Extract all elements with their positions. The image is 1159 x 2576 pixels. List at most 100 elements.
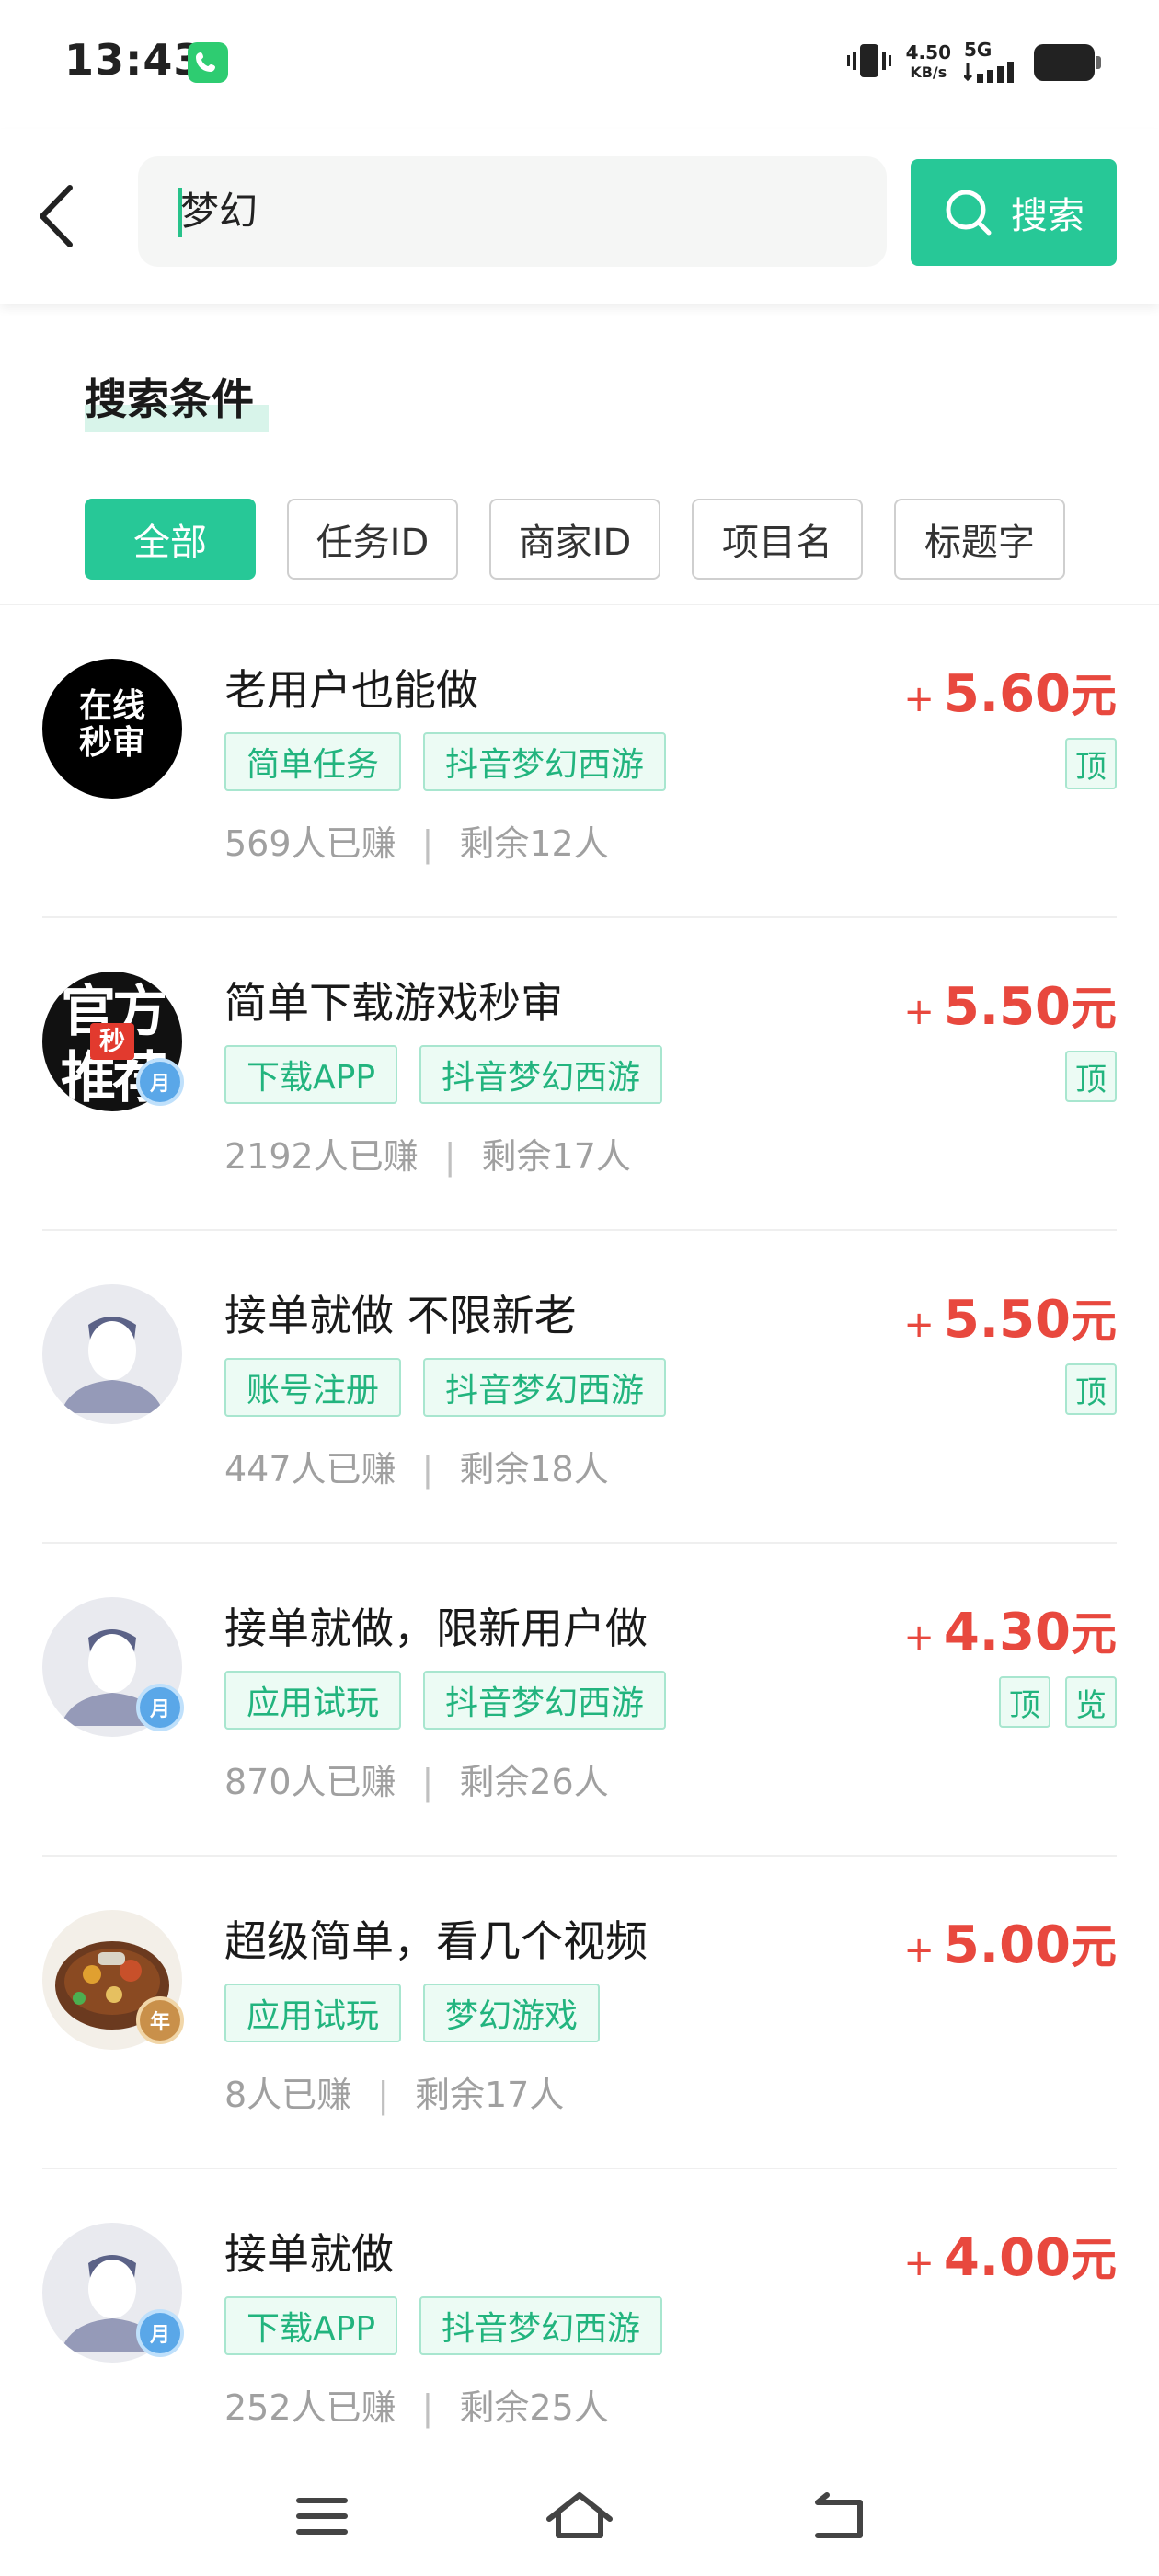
filter-all[interactable]: 全部 [85,499,256,580]
plus-sign: + [903,1929,935,1972]
price-value: 4.30 [943,1603,1071,1662]
task-item[interactable]: 月 接单就做 下载APP 抖音梦幻西游 252人已赚 | 剩余25人 +4.00 元 [0,2169,1159,2482]
task-item[interactable]: 月 接单就做，限新用户做 应用试玩 抖音梦幻西游 870人已赚 | 剩余26人 +4… [0,1544,1159,1857]
separator: | [421,2387,434,2428]
earned-count: 447人已赚 [224,1449,396,1489]
menu-button[interactable] [281,2484,363,2548]
task-title: 超级简单，看几个视频 [224,1916,648,1966]
status-bar: 13:43 4.50 KB/s 5G [0,0,1159,129]
task-tag: 下载APP [224,2296,398,2355]
price-value: 5.50 [943,977,1071,1037]
task-stats: 569人已赚 | 剩余12人 [224,815,609,866]
filter-project-name[interactable]: 项目名 [692,499,863,580]
task-marks: 顶 [1065,1363,1117,1415]
home-button[interactable] [538,2484,621,2548]
task-tag: 账号注册 [224,1358,402,1417]
earned-count: 569人已赚 [224,823,396,864]
separator: | [421,1449,434,1489]
task-price: +5.50 元 [903,1284,1117,1351]
chevron-left-icon [40,185,73,247]
task-title: 接单就做，限新用户做 [224,1604,648,1653]
task-item[interactable]: 年 超级简单，看几个视频 应用试玩 梦幻游戏 8人已赚 | 剩余17人 +5.00 元 [0,1857,1159,2169]
month-badge: 月 [136,2309,184,2357]
avatar-text: 在线 秒审 [42,688,182,762]
task-marks: 顶 [1065,1051,1117,1102]
filter-title-keyword[interactable]: 标题字 [894,499,1065,580]
task-title: 接单就做 [224,2229,394,2279]
plus-sign: + [903,991,935,1033]
filter-task-id[interactable]: 任务ID [287,499,458,580]
price-unit: 元 [1071,1607,1117,1661]
search-query: 梦幻 [180,189,258,234]
filter-merchant-id[interactable]: 商家ID [489,499,660,580]
top-mark: 顶 [1065,1363,1117,1415]
filter-chips: 全部 任务ID 商家ID 项目名 标题字 [85,499,1065,580]
month-badge: 月 [136,1684,184,1731]
task-tag: 抖音梦幻西游 [419,1045,663,1104]
separator: | [421,823,434,864]
top-mark: 顶 [1065,1051,1117,1102]
remaining-count: 剩余26人 [459,1762,609,1802]
price-unit: 元 [1071,669,1117,722]
task-item[interactable]: 官方 推荐 秒 月 简单下载游戏秒审 下载APP 抖音梦幻西游 2192人已赚 |… [0,918,1159,1231]
year-badge: 年 [136,1996,184,2044]
plus-sign: + [903,2242,935,2284]
task-tag: 抖音梦幻西游 [423,1358,667,1417]
task-stats: 252人已赚 | 剩余25人 [224,2379,609,2430]
back-button[interactable] [28,175,92,258]
status-time: 13:43 [64,35,204,85]
plus-sign: + [903,1616,935,1659]
price-value: 5.50 [943,1290,1071,1350]
task-tag: 抖音梦幻西游 [419,2296,663,2355]
separator: | [443,1136,456,1177]
task-stats: 2192人已赚 | 剩余17人 [224,1128,631,1179]
task-item[interactable]: 在线 秒审 老用户也能做 简单任务 抖音梦幻西游 569人已赚 | 剩余12人 +5… [0,605,1159,918]
earned-count: 2192人已赚 [224,1136,419,1177]
remaining-count: 剩余18人 [459,1449,609,1489]
separator: | [377,2075,389,2115]
battery-icon [1034,44,1101,81]
network-speed: 4.50 KB/s [906,42,951,83]
task-price: +5.00 元 [903,1910,1117,1976]
price-unit: 元 [1071,982,1117,1035]
task-marks: 顶 [1065,738,1117,789]
task-price: +5.50 元 [903,972,1117,1038]
vibrate-icon [845,40,893,85]
task-stats: 8人已赚 | 剩余17人 [224,2066,564,2117]
top-mark: 顶 [1065,738,1117,789]
price-unit: 元 [1071,1920,1117,1973]
task-price: +4.30 元 [903,1597,1117,1663]
earned-count: 252人已赚 [224,2387,396,2428]
task-tags: 简单任务 抖音梦幻西游 [224,732,667,791]
task-list: 在线 秒审 老用户也能做 简单任务 抖音梦幻西游 569人已赚 | 剩余12人 +5… [0,605,1159,2482]
search-input[interactable]: 梦幻 [138,156,887,267]
task-title: 老用户也能做 [224,665,478,715]
task-tag: 抖音梦幻西游 [423,732,667,791]
avatar-line-1: 在线 [78,687,145,725]
task-tags: 下载APP 抖音梦幻西游 [224,1045,663,1104]
signal-icon [962,61,1021,86]
home-icon [546,2492,613,2538]
conditions-title: 搜索条件 [85,374,254,424]
plus-sign: + [903,678,935,720]
task-tag: 下载APP [224,1045,398,1104]
search-icon [946,190,992,236]
task-stats: 870人已赚 | 剩余26人 [224,1754,609,1804]
price-value: 4.00 [943,2228,1071,2288]
task-tag: 应用试玩 [224,1984,402,2042]
remaining-count: 剩余25人 [459,2387,609,2428]
task-stats: 447人已赚 | 剩余18人 [224,1441,609,1491]
month-badge: 月 [136,1058,184,1106]
person-icon [61,1317,164,1413]
merchant-avatar: 在线 秒审 [42,659,182,799]
system-nav-bar [0,2456,1159,2576]
task-tag: 抖音梦幻西游 [423,1671,667,1730]
remaining-count: 剩余17人 [415,2075,565,2115]
remaining-count: 剩余17人 [481,1136,631,1177]
task-tag: 梦幻游戏 [423,1984,601,2042]
task-item[interactable]: 接单就做 不限新老 账号注册 抖音梦幻西游 447人已赚 | 剩余18人 +5.50… [0,1231,1159,1544]
task-marks: 顶 览 [999,1676,1117,1728]
cell-signal: 5G [962,39,1021,86]
back-nav-button[interactable] [796,2484,878,2548]
search-button[interactable]: 搜索 [911,159,1117,266]
